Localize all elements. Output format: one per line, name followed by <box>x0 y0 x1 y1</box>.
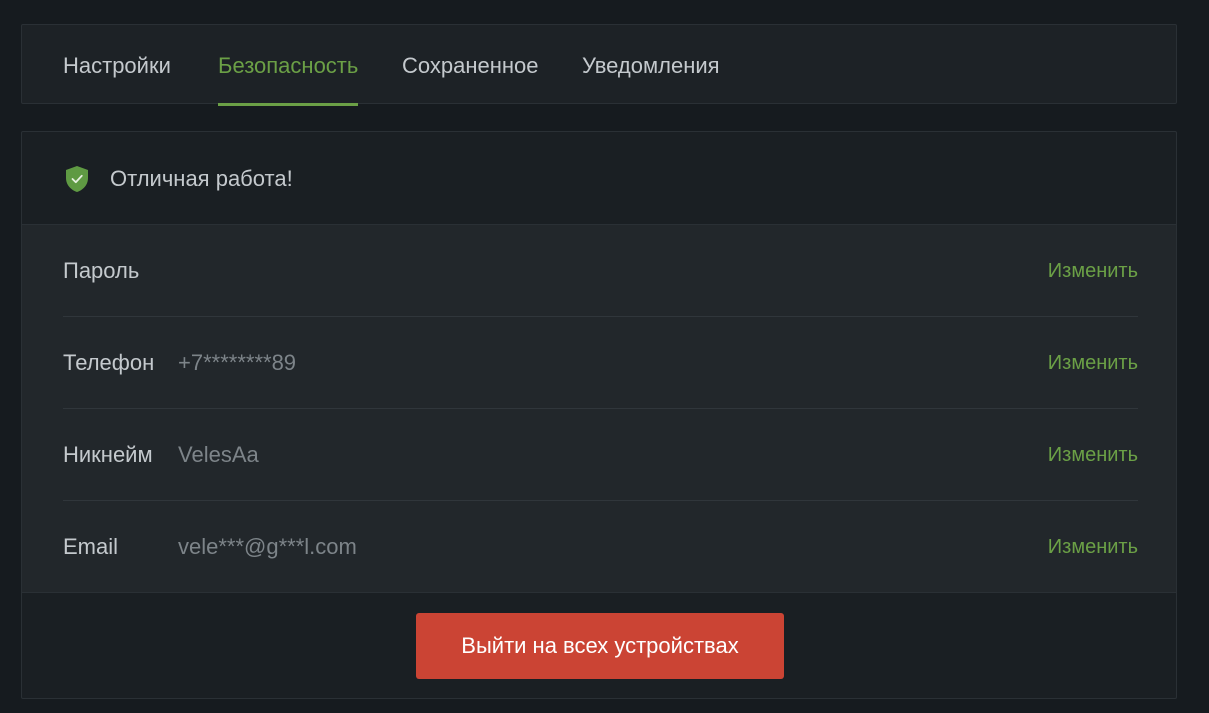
field-row-password: Пароль Изменить <box>63 225 1138 317</box>
tab-saved[interactable]: Сохраненное <box>402 25 539 105</box>
tab-security[interactable]: Безопасность <box>218 25 359 106</box>
field-row-phone: Телефон +7********89 Изменить <box>63 316 1138 409</box>
field-row-email: Email vele***@g***l.com Изменить <box>63 500 1138 593</box>
status-text: Отличная работа! <box>110 166 293 191</box>
change-phone-link[interactable]: Изменить <box>1048 317 1138 409</box>
account-fields: Пароль Изменить Телефон +7********89 Изм… <box>22 224 1176 593</box>
field-value-email: vele***@g***l.com <box>178 534 357 559</box>
field-label-nickname: Никнейм <box>63 442 153 467</box>
field-row-nickname: Никнейм VelesAa Изменить <box>63 408 1138 501</box>
field-label-password: Пароль <box>63 258 140 283</box>
shield-check-icon <box>66 166 88 192</box>
field-value-phone: +7********89 <box>178 350 297 375</box>
logout-all-devices-button[interactable]: Выйти на всех устройствах <box>416 613 784 679</box>
change-password-link[interactable]: Изменить <box>1048 225 1138 317</box>
security-status: Отличная работа! <box>22 132 1176 224</box>
field-label-email: Email <box>63 534 119 559</box>
security-panel: Отличная работа! Пароль Изменить Телефон… <box>21 131 1177 699</box>
tabs-panel: Настройки Безопасность Сохраненное Уведо… <box>21 24 1177 106</box>
tab-settings[interactable]: Настройки <box>63 25 171 105</box>
change-email-link[interactable]: Изменить <box>1048 501 1138 593</box>
tab-notifications[interactable]: Уведомления <box>582 25 720 105</box>
field-value-nickname: VelesAa <box>178 442 259 467</box>
change-nickname-link[interactable]: Изменить <box>1048 409 1138 501</box>
field-label-phone: Телефон <box>63 350 155 375</box>
